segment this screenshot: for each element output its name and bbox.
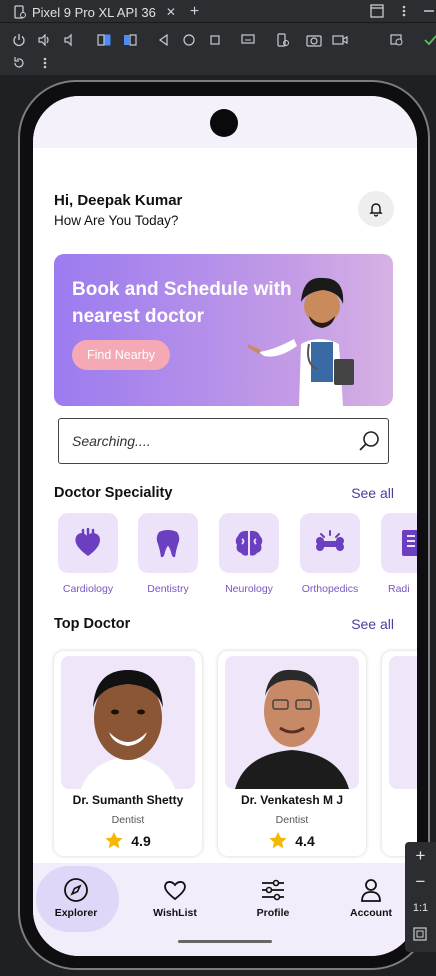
heart-icon	[75, 527, 100, 556]
device-tab[interactable]: Pixel 9 Pro XL API 36 ✕ +	[14, 3, 199, 21]
keyboard-icon[interactable]	[241, 33, 255, 47]
promo-banner: Book and Schedule with nearest doctor Fi…	[54, 254, 393, 406]
speciality-label: Cardiology	[62, 583, 114, 595]
bottom-navigation: Explorer WishList Profile Account	[33, 863, 417, 956]
speciality-label: Radi	[388, 583, 410, 595]
speciality-item-cardiology[interactable]	[58, 513, 118, 573]
status-bar	[33, 96, 417, 148]
greeting-subtitle: How Are You Today?	[54, 213, 179, 228]
nav-label: Account	[350, 907, 392, 919]
nav-item-profile[interactable]: Profile	[233, 863, 313, 933]
greeting-name: Hi, Deepak Kumar	[54, 192, 183, 209]
notification-button[interactable]	[358, 191, 394, 227]
device-icon	[14, 5, 26, 19]
emulator-title-bar: Pixel 9 Pro XL API 36 ✕ +	[0, 0, 436, 23]
camera-icon[interactable]	[306, 33, 322, 47]
nav-label: WishList	[153, 907, 197, 919]
compass-icon	[64, 878, 88, 902]
nav-item-explorer[interactable]: Explorer	[36, 863, 119, 933]
power-icon[interactable]	[12, 33, 26, 47]
zoom-screen-icon[interactable]	[390, 33, 404, 47]
rollback-icon[interactable]	[12, 56, 26, 70]
zoom-out-button[interactable]: −	[405, 872, 436, 892]
star-icon	[105, 832, 123, 849]
device-tab-label: Pixel 9 Pro XL API 36	[32, 4, 156, 20]
brain-icon	[235, 530, 263, 556]
zoom-reset-button[interactable]: 1:1	[405, 902, 436, 914]
doctor-rating: 4.4	[218, 832, 366, 849]
rotate-left-icon[interactable]	[97, 33, 111, 47]
person-icon	[361, 879, 381, 902]
nav-label: Explorer	[54, 907, 98, 919]
speciality-label: Neurology	[225, 583, 273, 595]
rotate-right-icon[interactable]	[123, 33, 137, 47]
speciality-see-all-link[interactable]: See all	[351, 485, 394, 501]
speciality-title: Doctor Speciality	[54, 485, 173, 501]
nav-label: Profile	[256, 907, 290, 919]
bell-icon	[369, 203, 383, 217]
doctor-name: Dr. Sumanth Shetty	[72, 793, 184, 807]
doctor-specialty: Dentist	[275, 814, 309, 826]
settings-device-icon[interactable]	[276, 33, 290, 47]
rating-value: 4.4	[295, 832, 315, 849]
gesture-bar[interactable]	[178, 940, 272, 943]
speciality-item-radiology[interactable]	[381, 513, 417, 573]
zoom-panel: + − 1:1	[405, 842, 436, 952]
doctor-portrait-image	[235, 669, 349, 789]
doctor-photo	[225, 656, 359, 789]
volume-down-icon[interactable]	[63, 33, 77, 47]
more-options-icon[interactable]	[397, 4, 411, 18]
minimize-icon[interactable]	[422, 4, 436, 18]
add-tab-icon[interactable]: +	[190, 3, 199, 21]
front-camera	[210, 109, 238, 137]
doctor-photo	[61, 656, 195, 789]
nav-item-wishlist[interactable]: WishList	[135, 863, 215, 933]
top-doctor-title: Top Doctor	[54, 616, 131, 632]
doctor-card[interactable]: Dr. Venkatesh M J Dentist 4.4	[218, 651, 366, 856]
doctor-card-partial[interactable]	[382, 651, 417, 856]
nav-item-account[interactable]: Account	[331, 863, 411, 933]
app-screen: Hi, Deepak Kumar How Are You Today? Book…	[33, 96, 417, 956]
search-icon[interactable]	[358, 430, 380, 452]
star-icon	[269, 832, 287, 849]
speciality-label: Orthopedics	[301, 583, 359, 595]
doctor-portrait-image	[81, 670, 175, 789]
speciality-item-dentistry[interactable]	[138, 513, 198, 573]
doctor-illustration	[247, 277, 354, 406]
fit-screen-icon[interactable]	[413, 927, 427, 941]
sliders-icon	[262, 879, 284, 901]
xray-icon	[402, 530, 417, 556]
doctor-specialty: Dentist	[111, 814, 145, 826]
check-icon[interactable]	[424, 33, 436, 47]
top-doctor-see-all-link[interactable]: See all	[351, 616, 394, 632]
bone-icon	[316, 530, 344, 551]
rating-value: 4.9	[131, 832, 151, 849]
tooth-icon	[156, 530, 180, 558]
close-tab-icon[interactable]: ✕	[166, 5, 176, 19]
speciality-label: Dentistry	[147, 583, 189, 595]
search-field[interactable]: Searching....	[58, 418, 389, 464]
back-icon[interactable]	[157, 33, 171, 47]
home-icon[interactable]	[182, 33, 196, 47]
emulator-toolbar	[0, 23, 436, 75]
zoom-in-button[interactable]: +	[405, 846, 436, 866]
find-nearby-button[interactable]: Find Nearby	[72, 340, 170, 370]
doctor-rating: 4.9	[54, 832, 202, 849]
doctor-card[interactable]: Dr. Sumanth Shetty Dentist 4.9	[54, 651, 202, 856]
heart-outline-icon	[164, 881, 186, 901]
speciality-item-neurology[interactable]	[219, 513, 279, 573]
overview-icon[interactable]	[208, 33, 222, 47]
speciality-item-orthopedics[interactable]	[300, 513, 360, 573]
record-icon[interactable]	[332, 33, 348, 47]
window-icon[interactable]	[370, 4, 384, 18]
doctor-photo	[389, 656, 417, 789]
doctor-name: Dr. Venkatesh M J	[240, 793, 344, 807]
kebab-menu-icon[interactable]	[38, 56, 52, 70]
volume-up-icon[interactable]	[37, 33, 51, 47]
search-input[interactable]: Searching....	[72, 433, 151, 449]
